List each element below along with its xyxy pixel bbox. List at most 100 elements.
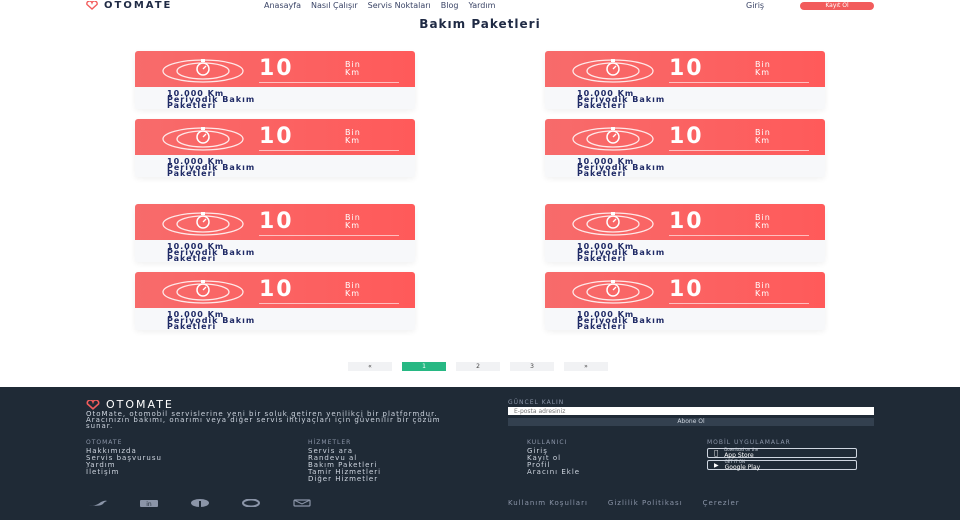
package-title: 10.000 Km Periyodik Bakım Paketleri — [577, 90, 797, 110]
google-play-text: GET IT ON Google Play — [724, 459, 761, 471]
package-km-unit: Bin Km — [755, 129, 771, 145]
package-title: 10.000 Km Periyodik Bakım Paketleri — [167, 158, 387, 178]
package-card-banner: 10 Bin Km — [135, 204, 415, 240]
google-play-label: Google Play — [724, 463, 761, 471]
mail-icon[interactable] — [290, 499, 314, 507]
footer-col-heading: MOBİL UYGULAMALAR — [707, 439, 791, 446]
package-title: 10.000 Km Periyodik Bakım Paketleri — [167, 90, 387, 110]
pagination: « 1 2 3 » — [348, 362, 608, 371]
footer-col-heading: KULLANICI — [527, 439, 568, 446]
package-card-banner: 10 Bin Km — [545, 204, 825, 240]
package-card[interactable]: 10 Bin Km 10.000 Km Periyodik Bakım Paketleri — [545, 204, 825, 262]
login-link[interactable]: Giriş — [746, 1, 764, 10]
privacy-link[interactable]: Gizlilik Politikası — [608, 499, 683, 507]
package-card[interactable]: 10 Bin Km 10.000 Km Periyodik Bakım Paketleri — [545, 272, 825, 330]
footer-col-heading: HİZMETLER — [308, 439, 352, 446]
package-unit-bottom: Km — [345, 136, 361, 145]
google-play-button[interactable]: ▶ GET IT ON Google Play — [707, 459, 857, 471]
package-card[interactable]: 10 Bin Km 10.000 Km Periyodik Bakım Paketleri — [135, 119, 415, 177]
package-title-line: Paketleri — [577, 322, 627, 331]
package-title: 10.000 Km Periyodik Bakım Paketleri — [167, 311, 387, 331]
pagination-page-1[interactable]: 1 — [402, 362, 446, 371]
footer-link-add-vehicle[interactable]: Aracını Ekle — [527, 469, 580, 476]
package-unit-bottom: Km — [345, 221, 361, 230]
package-card[interactable]: 10 Bin Km 10.000 Km Periyodik Bakım Paketleri — [135, 51, 415, 109]
package-card-banner: 10 Bin Km — [545, 119, 825, 155]
stopwatch-car-icon — [572, 212, 654, 236]
nav-link-blog[interactable]: Blog — [441, 1, 459, 10]
stopwatch-car-icon — [162, 212, 244, 236]
app-store-label: App Store — [720, 451, 754, 459]
package-title-line: Paketleri — [577, 101, 627, 110]
package-title: 10.000 Km Periyodik Bakım Paketleri — [577, 158, 797, 178]
package-unit-bottom: Km — [755, 289, 771, 298]
nav-link-help[interactable]: Yardım — [468, 1, 495, 10]
stopwatch-car-icon — [572, 59, 654, 83]
footer-link-contact[interactable]: İletişim — [86, 469, 162, 476]
package-km-unit: Bin Km — [755, 214, 771, 230]
app-store-text: Download on the App Store — [720, 447, 758, 459]
nav-link-how-it-works[interactable]: Nasıl Çalışır — [311, 1, 358, 10]
package-title: 10.000 Km Periyodik Bakım Paketleri — [577, 243, 797, 263]
github-icon[interactable] — [239, 499, 263, 507]
signup-button[interactable]: Kayıt Ol — [800, 2, 874, 10]
newsletter-email-input[interactable] — [508, 407, 874, 415]
footer-col-otomate: OTOMATE Hakkımızda Servis başvurusu Yard… — [86, 439, 162, 476]
package-card[interactable]: 10 Bin Km 10.000 Km Periyodik Bakım Paketleri — [135, 204, 415, 262]
footer: OTOMATE OtoMate, otomobil servislerine y… — [0, 387, 960, 520]
package-title-line: Paketleri — [167, 322, 217, 331]
newsletter-heading: GÜNCEL KALIN — [508, 399, 565, 406]
cookies-link[interactable]: Çerezler — [703, 499, 740, 507]
svg-text:in: in — [146, 501, 152, 507]
package-card-banner: 10 Bin Km — [545, 272, 825, 308]
facebook-icon[interactable] — [188, 499, 212, 507]
package-title: 10.000 Km Periyodik Bakım Paketleri — [577, 311, 797, 331]
stopwatch-car-icon — [572, 280, 654, 304]
package-unit-bottom: Km — [755, 221, 771, 230]
page-title: Bakım Paketleri — [419, 17, 541, 31]
app-store-button[interactable]:  Download on the App Store — [707, 447, 857, 459]
nav-link-home[interactable]: Anasayfa — [264, 1, 301, 10]
package-unit-bottom: Km — [345, 289, 361, 298]
terms-link[interactable]: Kullanım Koşulları — [508, 499, 588, 507]
pagination-page-2[interactable]: 2 — [456, 362, 500, 371]
subscribe-button[interactable]: Abone Ol — [508, 418, 874, 426]
twitter-icon[interactable] — [86, 499, 110, 507]
package-km-unit: Bin Km — [345, 214, 361, 230]
package-divider — [259, 235, 399, 236]
linkedin-icon[interactable]: in — [137, 499, 161, 507]
package-card[interactable]: 10 Bin Km 10.000 Km Periyodik Bakım Paketleri — [135, 272, 415, 330]
package-card-banner: 10 Bin Km — [135, 51, 415, 87]
footer-brand-logo[interactable]: OTOMATE — [86, 399, 174, 410]
stopwatch-car-icon — [162, 280, 244, 304]
package-divider — [669, 82, 809, 83]
package-divider — [669, 150, 809, 151]
nav-link-service-points[interactable]: Servis Noktaları — [368, 1, 431, 10]
package-unit-bottom: Km — [755, 68, 771, 77]
pagination-page-3[interactable]: 3 — [510, 362, 554, 371]
package-card[interactable]: 10 Bin Km 10.000 Km Periyodik Bakım Paketleri — [545, 119, 825, 177]
brand-logo[interactable]: OTOMATE — [86, 1, 172, 11]
pagination-prev[interactable]: « — [348, 362, 392, 371]
package-km-unit: Bin Km — [755, 282, 771, 298]
play-icon: ▶ — [714, 461, 719, 469]
package-card-banner: 10 Bin Km — [135, 119, 415, 155]
package-title-line: Paketleri — [577, 254, 627, 263]
pagination-next[interactable]: » — [564, 362, 608, 371]
package-card-banner: 10 Bin Km — [545, 51, 825, 87]
package-card[interactable]: 10 Bin Km 10.000 Km Periyodik Bakım Paketleri — [545, 51, 825, 109]
package-title-line: Paketleri — [167, 169, 217, 178]
package-divider — [259, 303, 399, 304]
package-title-line: Paketleri — [577, 169, 627, 178]
footer-link-other-services[interactable]: Diğer Hizmetler — [308, 476, 381, 483]
package-divider — [669, 235, 809, 236]
legal-links: Kullanım Koşulları Gizlilik Politikası Ç… — [508, 499, 740, 507]
package-km-unit: Bin Km — [345, 61, 361, 77]
heart-car-logo-icon — [86, 1, 98, 10]
package-km-unit: Bin Km — [345, 129, 361, 145]
stopwatch-car-icon — [162, 127, 244, 151]
package-km-number: 10 — [669, 124, 704, 149]
package-km-number: 10 — [669, 56, 704, 81]
stopwatch-car-icon — [162, 59, 244, 83]
nav-links: Anasayfa Nasıl Çalışır Servis Noktaları … — [264, 1, 495, 10]
